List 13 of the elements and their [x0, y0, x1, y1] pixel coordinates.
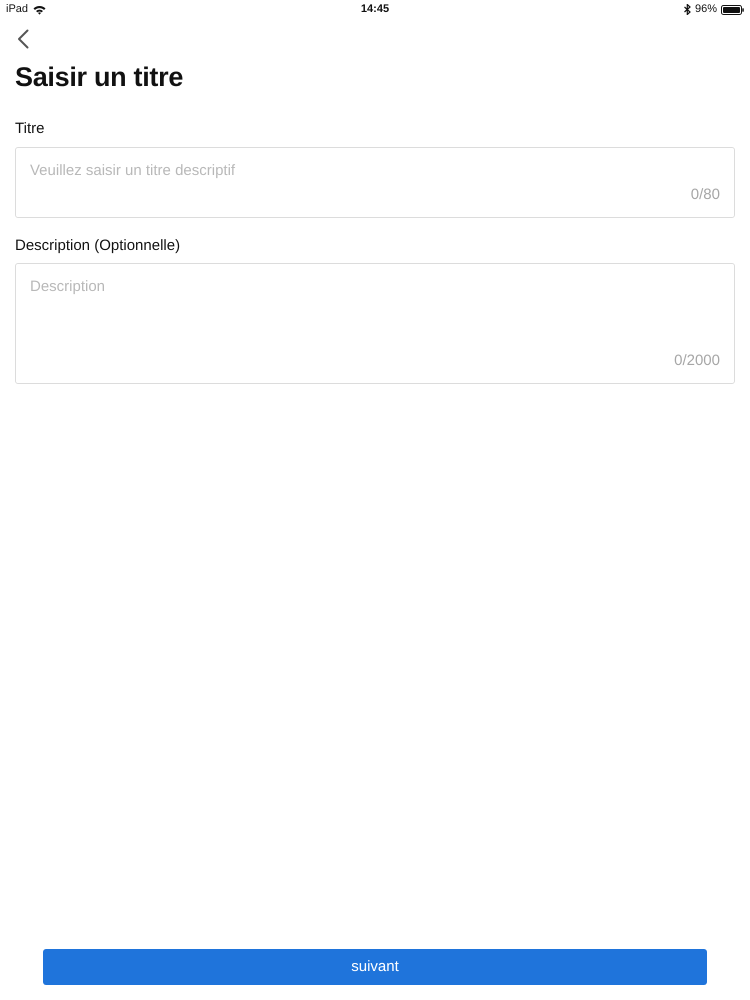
page-title: Saisir un titre — [15, 61, 184, 93]
battery-icon — [720, 4, 744, 14]
character-counter: 0/80 — [690, 185, 720, 205]
next-button[interactable]: suivant — [43, 949, 707, 985]
status-time: 14:45 — [360, 2, 390, 18]
bluetooth-icon — [684, 4, 691, 15]
field-label: Description (Optionnelle) — [15, 236, 180, 256]
back-chevron-icon[interactable] — [17, 29, 29, 49]
wifi-icon — [33, 4, 46, 14]
device-name: iPad — [6, 2, 28, 18]
character-counter: 0/2000 — [674, 351, 720, 371]
battery-percent: 96% — [694, 2, 717, 18]
field-label: Titre — [15, 119, 44, 139]
